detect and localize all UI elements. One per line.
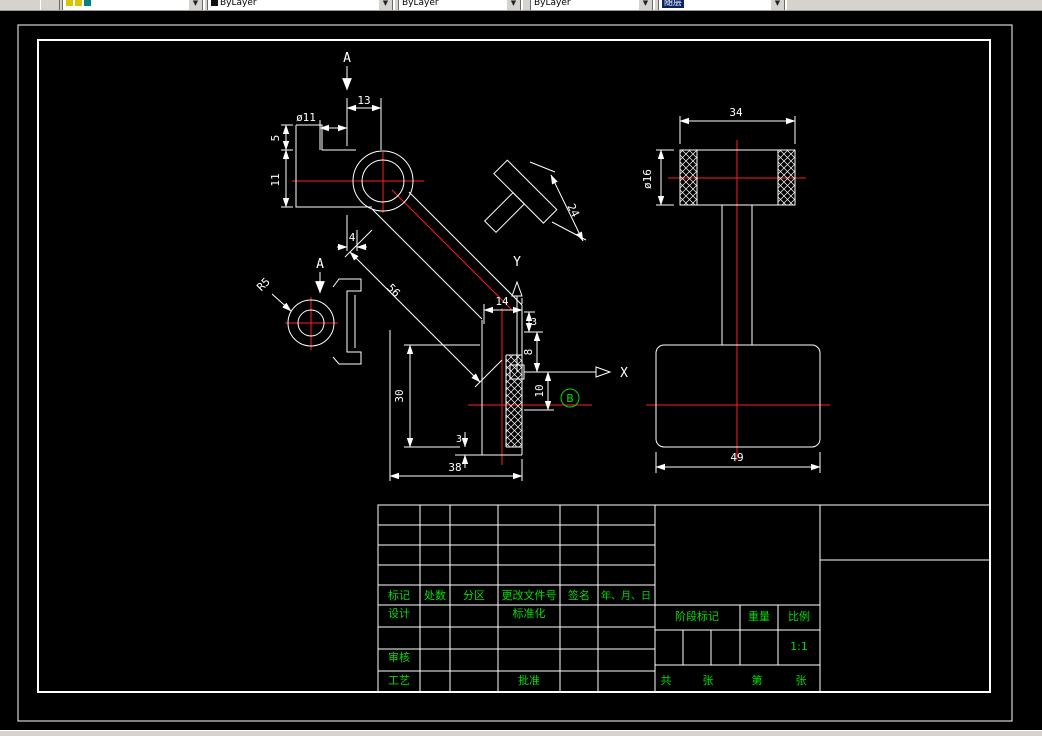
standardize-label: 标准化 (513, 606, 546, 620)
lineweight-combo[interactable]: ByLayer ▼ (530, 0, 655, 10)
color-combo[interactable]: ByLayer ▼ (207, 0, 395, 10)
detail-b-label: B (566, 392, 574, 405)
dim-13: 13 (357, 94, 370, 107)
dim-30: 30 (393, 389, 406, 402)
section-label: A (316, 257, 324, 272)
chevron-down-icon[interactable]: ▼ (506, 0, 521, 10)
plotstyle-combo-value: 随层 (662, 0, 685, 8)
process-label: 工艺 (388, 674, 410, 687)
section-hatch (680, 150, 697, 205)
axis-x-label: X (620, 366, 628, 381)
sheet-no-prefix: 第 (752, 673, 763, 687)
dim-dia16: ø16 (641, 169, 654, 189)
dim-4: 4 (349, 231, 356, 244)
rev-header-count: 处数 (424, 589, 446, 602)
dim-38: 38 (448, 461, 461, 474)
object-properties-toolbar: ▼ ByLayer ▼ ByLayer ▼ ByLayer ▼ 随层 ▼ (0, 0, 1042, 11)
stage-mark-label: 阶段标记 (675, 609, 719, 623)
axis-y-label: Y (513, 255, 521, 270)
section-hatch (506, 355, 522, 447)
chevron-down-icon[interactable]: ▼ (378, 0, 393, 10)
scale-value: 1:1 (790, 640, 808, 653)
dim-3-bottom: 3 (456, 434, 462, 445)
dim-3-top: 3 (531, 317, 537, 328)
lineweight-combo-value: ByLayer (534, 0, 571, 8)
color-swatch-icon (211, 0, 218, 6)
layer-combo[interactable]: ▼ (62, 0, 205, 10)
weight-label: 重量 (748, 609, 770, 623)
color-combo-value: ByLayer (220, 0, 257, 8)
dim-34: 34 (729, 106, 743, 119)
rev-header-doc-no: 更改文件号 (502, 588, 557, 602)
chevron-down-icon[interactable]: ▼ (188, 0, 203, 10)
layer-on-icon (66, 0, 73, 6)
chevron-down-icon[interactable]: ▼ (638, 0, 653, 10)
sheet-no-unit: 张 (796, 674, 807, 687)
dim-49: 49 (730, 451, 743, 464)
scale-label: 比例 (788, 609, 810, 623)
dim-11: 11 (269, 173, 282, 186)
linetype-combo-value: ByLayer (402, 0, 439, 8)
layer-thaw-icon (75, 0, 82, 6)
layer-lock-icon (84, 0, 91, 6)
dim-10: 10 (533, 384, 546, 397)
dim-5: 5 (269, 135, 282, 142)
approve-label: 批准 (518, 673, 540, 687)
dim-dia11: ø11 (296, 111, 316, 124)
design-label: 设计 (388, 607, 410, 620)
rev-header-mark: 标记 (388, 588, 410, 602)
status-strip (0, 730, 1042, 736)
rev-header-zone: 分区 (463, 589, 485, 602)
plotstyle-combo[interactable]: 随层 ▼ (658, 0, 787, 10)
dim-14: 14 (495, 295, 509, 308)
rev-header-signature: 签名 (568, 588, 590, 602)
dim-8: 8 (522, 349, 535, 356)
section-hatch (778, 150, 795, 205)
sheet-total-unit: 张 (703, 674, 714, 687)
sheet-total-prefix: 共 (661, 674, 672, 687)
layers-dialog-button[interactable] (40, 0, 60, 10)
cad-application-window: ▼ ByLayer ▼ ByLayer ▼ ByLayer ▼ 随层 ▼ Y X… (0, 0, 1042, 736)
chevron-down-icon[interactable]: ▼ (770, 0, 785, 10)
linetype-combo[interactable]: ByLayer ▼ (398, 0, 523, 10)
drawing-canvas[interactable]: Y X A 13 ø11 5 11 4 56 24 14 3 8 10 30 3… (0, 0, 1042, 736)
section-label: A (343, 51, 351, 66)
rev-header-date: 年、月、日 (601, 589, 651, 602)
check-label: 审核 (388, 650, 410, 664)
